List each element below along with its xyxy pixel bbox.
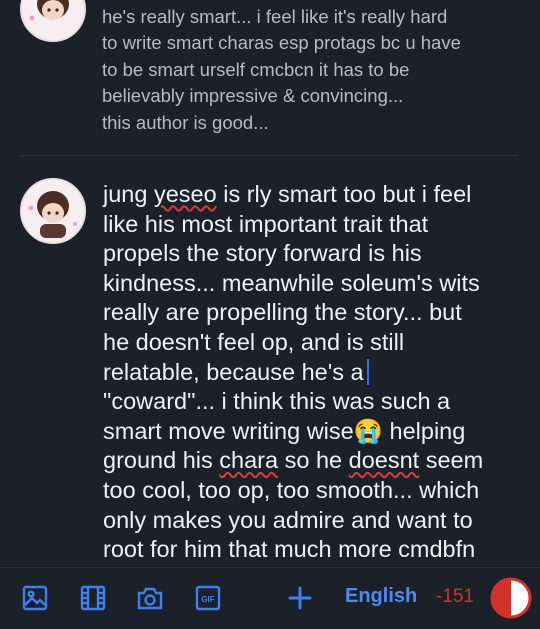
misspelled-word[interactable]: chara [219, 447, 278, 473]
svg-text:GIF: GIF [201, 595, 214, 604]
draft-line: root for him that much more cmdbfn [103, 536, 476, 563]
avatar[interactable] [20, 178, 86, 244]
crying-emoji: 😭 [353, 417, 383, 444]
character-count: -151 [436, 586, 475, 607]
avatar-image [22, 0, 84, 40]
thread-divider [20, 155, 518, 156]
previous-post-line: to write smart charas esp protags bc u h… [102, 32, 461, 54]
gif-icon[interactable]: GIF [194, 584, 222, 612]
draft-line: jung yeseo is rly smart too but i feel [103, 181, 472, 207]
avatar[interactable] [20, 0, 86, 42]
previous-post-text: he's really smart... i feel like it's re… [102, 4, 522, 136]
misspelled-word[interactable]: doesnt [349, 447, 420, 473]
image-icon[interactable] [21, 584, 49, 612]
draft-line: really are propelling the story... but [103, 299, 462, 326]
draft-line: "coward"... i think this was such a [103, 388, 451, 415]
previous-post-line: believably impressive & convincing... [102, 85, 404, 107]
misspelled-word[interactable]: yeseo [154, 181, 217, 207]
draft-line: only makes you admire and want to [103, 506, 473, 533]
compose-text-area[interactable]: jung yeseo is rly smart too but i feel l… [103, 180, 528, 565]
previous-post-line: this author is good... [102, 111, 269, 133]
draft-line: too cool, too op, too smooth... which [103, 476, 480, 503]
avatar-image [22, 180, 84, 242]
language-selector[interactable]: English [345, 585, 417, 608]
draft-line: relatable, because he's a [103, 358, 528, 388]
film-icon[interactable] [79, 584, 107, 612]
draft-line: like his most important trait that [103, 210, 429, 237]
draft-line: propels the story forward is his [103, 240, 422, 267]
draft-line: he doesn't feel op, and is still [103, 328, 405, 355]
previous-post-line: to be smart urself cmcbcn it has to be [102, 58, 410, 80]
camera-icon[interactable] [136, 584, 164, 612]
text-cursor [366, 358, 369, 385]
draft-line: kindness... meanwhile soleum's wits [103, 269, 480, 296]
previous-post-line: he's really smart... i feel like it's re… [102, 6, 448, 27]
compose-toolbar: GIF English -151 [0, 567, 540, 629]
character-limit-indicator [490, 577, 532, 619]
plus-icon[interactable] [286, 584, 314, 612]
draft-line: ground his chara so he doesnt seem [103, 447, 484, 474]
draft-line: smart move writing wise😭 helping [103, 417, 466, 444]
